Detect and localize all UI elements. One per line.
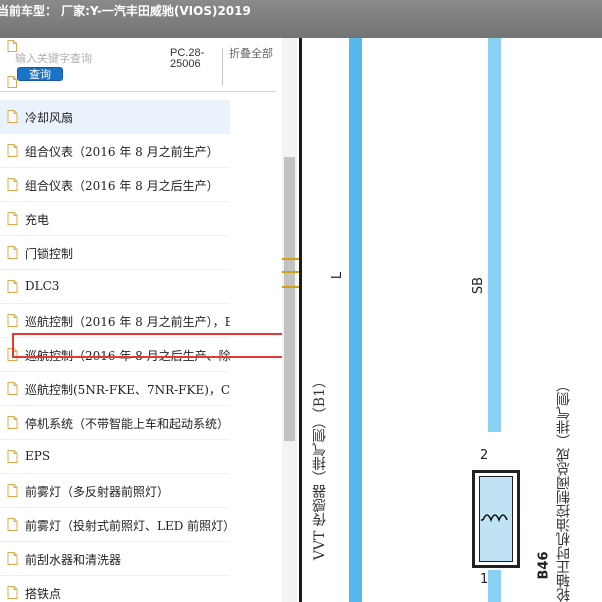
list-item[interactable]: 组合仪表（2016 年 8 月之前生产） <box>0 134 230 168</box>
document-icon <box>7 314 18 327</box>
document-icon <box>7 110 18 123</box>
list-item[interactable]: EPS <box>0 440 230 474</box>
query-button[interactable]: 查询 <box>17 67 63 81</box>
list-item-label: EPS <box>25 449 51 463</box>
pin-number: 2 <box>480 448 489 463</box>
wire-color-label: SB <box>471 276 487 295</box>
search-area: 查询 PC.28-25006 折叠全部 <box>0 38 282 94</box>
list-item-label: DLC3 <box>25 279 60 293</box>
document-icon <box>7 212 18 225</box>
list-item[interactable]: 充电 <box>0 202 230 236</box>
list-item-label: 门锁控制 <box>25 247 74 261</box>
component-code: B46 <box>536 551 552 580</box>
list-item-label: 前雾灯（投射式前照灯、LED 前照灯） <box>25 519 230 533</box>
document-icon <box>7 450 18 463</box>
document-icon <box>7 586 18 599</box>
document-icon <box>7 518 18 531</box>
list-item[interactable]: 前雾灯（投射式前照灯、LED 前照灯） <box>0 508 230 542</box>
keyword-search-input[interactable] <box>15 50 165 66</box>
document-icon <box>7 246 18 259</box>
wire-color-label: L <box>330 271 346 280</box>
component-label-left: VVT 传感器（排气侧）（B1） <box>312 374 328 561</box>
highlight-annotation <box>12 333 291 358</box>
list-item-label: 充电 <box>25 213 50 227</box>
list-item[interactable]: 组合仪表（2016 年 8 月之后生产） <box>0 168 230 202</box>
document-icon <box>7 484 18 497</box>
list-item[interactable]: DLC3 <box>0 270 230 304</box>
list-item[interactable]: 搭铁点 <box>0 576 230 602</box>
document-icon <box>7 178 18 191</box>
left-panel: 查询 PC.28-25006 折叠全部 冷却风扇组合仪表（2016 年 8 月之… <box>0 38 282 602</box>
document-icon <box>7 144 18 157</box>
list-item-label: 巡航控制(5NR-FKE、7NR-FKE)，CVT 和换档 <box>25 383 230 397</box>
document-icon <box>7 76 17 88</box>
document-icon <box>7 382 18 395</box>
document-icon <box>7 280 18 293</box>
list-item-label: 搭铁点 <box>25 587 62 601</box>
collapse-all-link[interactable]: 折叠全部 <box>229 48 273 59</box>
list-item-label: 前雾灯（多反射器前照灯） <box>25 485 170 499</box>
top-header: 当前车型： 厂家:Y-一汽丰田威驰(VIOS)2019 <box>0 0 602 38</box>
document-icon <box>7 552 18 565</box>
list-item-label: 组合仪表（2016 年 8 月之后生产） <box>25 179 219 193</box>
scrollbar-thumb[interactable] <box>284 157 295 441</box>
list-item-label: 巡航控制（2016 年 8 月之前生产），ECT 和 <box>25 315 230 329</box>
current-vehicle-title: 当前车型： 厂家:Y-一汽丰田威驰(VIOS)2019 <box>0 4 251 18</box>
coil-symbol-icon <box>481 514 508 523</box>
list-item[interactable]: 门锁控制 <box>0 236 230 270</box>
component-label-right: 凸轮轴正时机油控制阀总成（排气侧） <box>556 378 572 602</box>
pin-number: 1 <box>480 572 489 587</box>
wiring-diagram-panel: L SB VVT 传感器（排气侧）（B1） 凸轮轴正时机油控制阀总成（排气侧） … <box>302 38 602 602</box>
list-item[interactable]: 冷却风扇 <box>0 100 230 134</box>
list-item[interactable]: 前刮水器和清洗器 <box>0 542 230 576</box>
document-icon <box>7 416 18 429</box>
list-item[interactable]: 巡航控制(5NR-FKE、7NR-FKE)，CVT 和换档 <box>0 372 230 406</box>
list-item[interactable]: 前雾灯（多反射器前照灯） <box>0 474 230 508</box>
list-item-label: 停机系统（不带智能上车和起动系统） <box>25 417 230 431</box>
list-item-label: 组合仪表（2016 年 8 月之前生产） <box>25 145 219 159</box>
divider <box>222 48 223 86</box>
wire-right-lower <box>488 570 501 602</box>
wire-right-upper <box>488 38 501 432</box>
pc-code-label: PC.28-25006 <box>170 47 205 70</box>
list-item-label: 冷却风扇 <box>25 111 74 125</box>
list-item-label: 前刮水器和清洗器 <box>25 553 122 567</box>
list-item[interactable]: 停机系统（不带智能上车和起动系统） <box>0 406 230 440</box>
divider <box>0 91 276 92</box>
wire-left <box>349 38 362 602</box>
panel-resize-handle[interactable] <box>282 256 299 290</box>
